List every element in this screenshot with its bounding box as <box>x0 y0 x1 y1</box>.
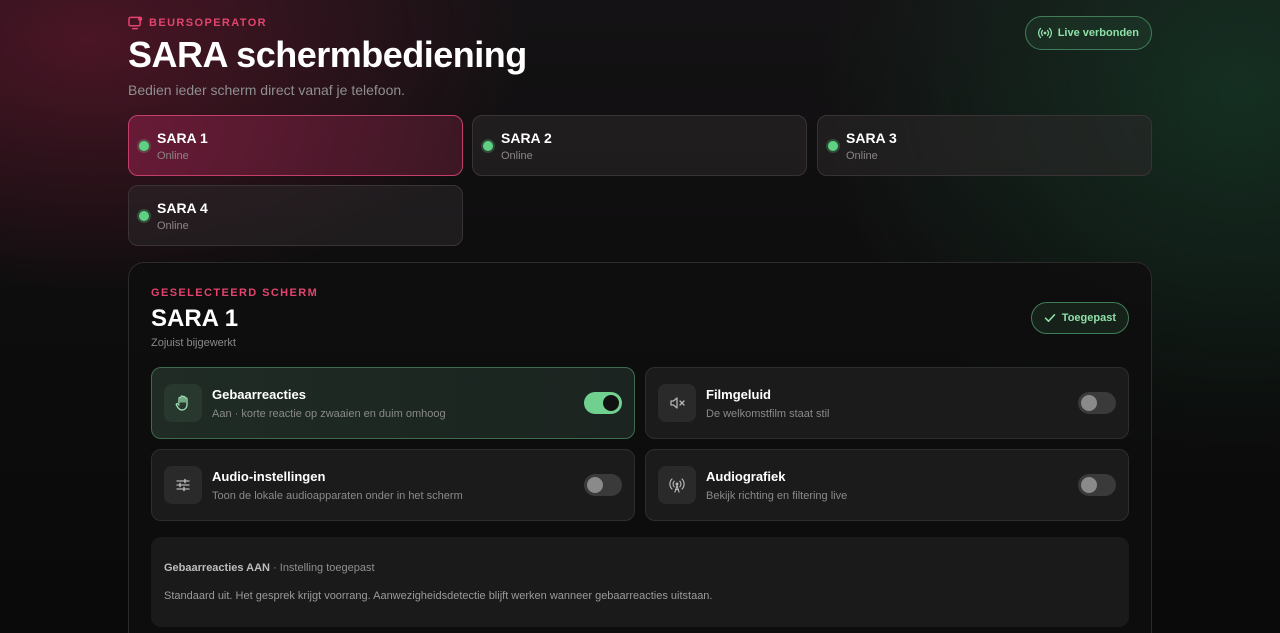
toggle-knob <box>587 477 603 493</box>
control-title: Filmgeluid <box>706 387 771 402</box>
applied-badge: Toegepast <box>1030 302 1129 334</box>
applied-label: Toegepast <box>1061 312 1116 324</box>
toggle-knob <box>1081 477 1097 493</box>
screen-card-sara-4[interactable]: SARA 4 Online <box>128 185 463 246</box>
control-description: Bekijk richting en filtering live <box>706 490 848 502</box>
control-title: Audiografiek <box>706 469 786 484</box>
screen-name: SARA 1 <box>157 130 208 146</box>
live-status-label: Live verbonden <box>1057 27 1139 39</box>
monitor-icon <box>128 16 143 30</box>
selected-screen-title: SARA 1 <box>151 305 239 332</box>
control-title: Audio-instellingen <box>212 469 326 484</box>
online-indicator <box>139 211 149 221</box>
control-title: Gebaarreacties <box>212 387 306 402</box>
online-indicator <box>483 141 493 151</box>
speaker-muted-icon <box>658 384 696 422</box>
audiografiek-toggle[interactable] <box>1078 474 1116 496</box>
screen-status: Online <box>157 220 189 232</box>
control-description: Toon de lokale audioapparaten onder in h… <box>212 490 463 502</box>
status-summary: Gebaarreacties AAN · Instelling toegepas… <box>164 562 375 574</box>
screen-name: SARA 4 <box>157 200 208 216</box>
online-indicator <box>828 141 838 151</box>
broadcast-icon <box>658 466 696 504</box>
eyebrow-label: BEURSOPERATOR <box>149 17 268 29</box>
page-subtitle: Bedien ieder scherm direct vanaf je tele… <box>128 82 406 98</box>
screen-status: Online <box>501 150 533 162</box>
status-detail: Standaard uit. Het gesprek krijgt voorra… <box>164 590 713 602</box>
screen-card-sara-2[interactable]: SARA 2 Online <box>472 115 807 176</box>
status-summary-rest: · Instelling toegepast <box>269 562 375 574</box>
header-eyebrow: BEURSOPERATOR <box>128 16 267 30</box>
screen-card-sara-1[interactable]: SARA 1 Online <box>128 115 463 176</box>
control-filmgeluid[interactable]: Filmgeluid De welkomstfilm staat stil <box>645 367 1129 439</box>
status-summary-strong: Gebaarreacties AAN <box>164 562 270 574</box>
control-description: Aan · korte reactie op zwaaien en duim o… <box>212 408 446 420</box>
screen-name: SARA 3 <box>846 130 897 146</box>
screen-card-sara-3[interactable]: SARA 3 Online <box>817 115 1152 176</box>
selected-screen-panel: GESELECTEERD SCHERM SARA 1 Zojuist bijge… <box>128 262 1152 633</box>
toggle-knob <box>603 395 619 411</box>
filmgeluid-toggle[interactable] <box>1078 392 1116 414</box>
screen-status: Online <box>157 150 189 162</box>
control-gebaarreacties[interactable]: Gebaarreacties Aan · korte reactie op zw… <box>151 367 635 439</box>
page-title: SARA schermbediening <box>128 34 527 75</box>
online-indicator <box>139 141 149 151</box>
control-audio-instellingen[interactable]: Audio-instellingen Toon de lokale audioa… <box>151 449 635 521</box>
control-description: De welkomstfilm staat stil <box>706 408 830 420</box>
status-info-box: Gebaarreacties AAN · Instelling toegepas… <box>151 537 1129 627</box>
live-status-badge: Live verbonden <box>1024 16 1152 50</box>
sliders-icon <box>164 466 202 504</box>
hand-icon <box>164 384 202 422</box>
broadcast-icon <box>1037 27 1052 39</box>
screen-status: Online <box>846 150 878 162</box>
check-icon <box>1044 314 1056 322</box>
audio-instellingen-toggle[interactable] <box>584 474 622 496</box>
updated-timestamp: Zojuist bijgewerkt <box>151 337 236 349</box>
screen-name: SARA 2 <box>501 130 552 146</box>
screen-list: SARA 1 Online SARA 2 Online SARA 3 Onlin… <box>128 115 1152 247</box>
toggle-knob <box>1081 395 1097 411</box>
control-audiografiek[interactable]: Audiografiek Bekijk richting en filterin… <box>645 449 1129 521</box>
panel-eyebrow: GESELECTEERD SCHERM <box>151 287 319 299</box>
gebaarreacties-toggle[interactable] <box>584 392 622 414</box>
